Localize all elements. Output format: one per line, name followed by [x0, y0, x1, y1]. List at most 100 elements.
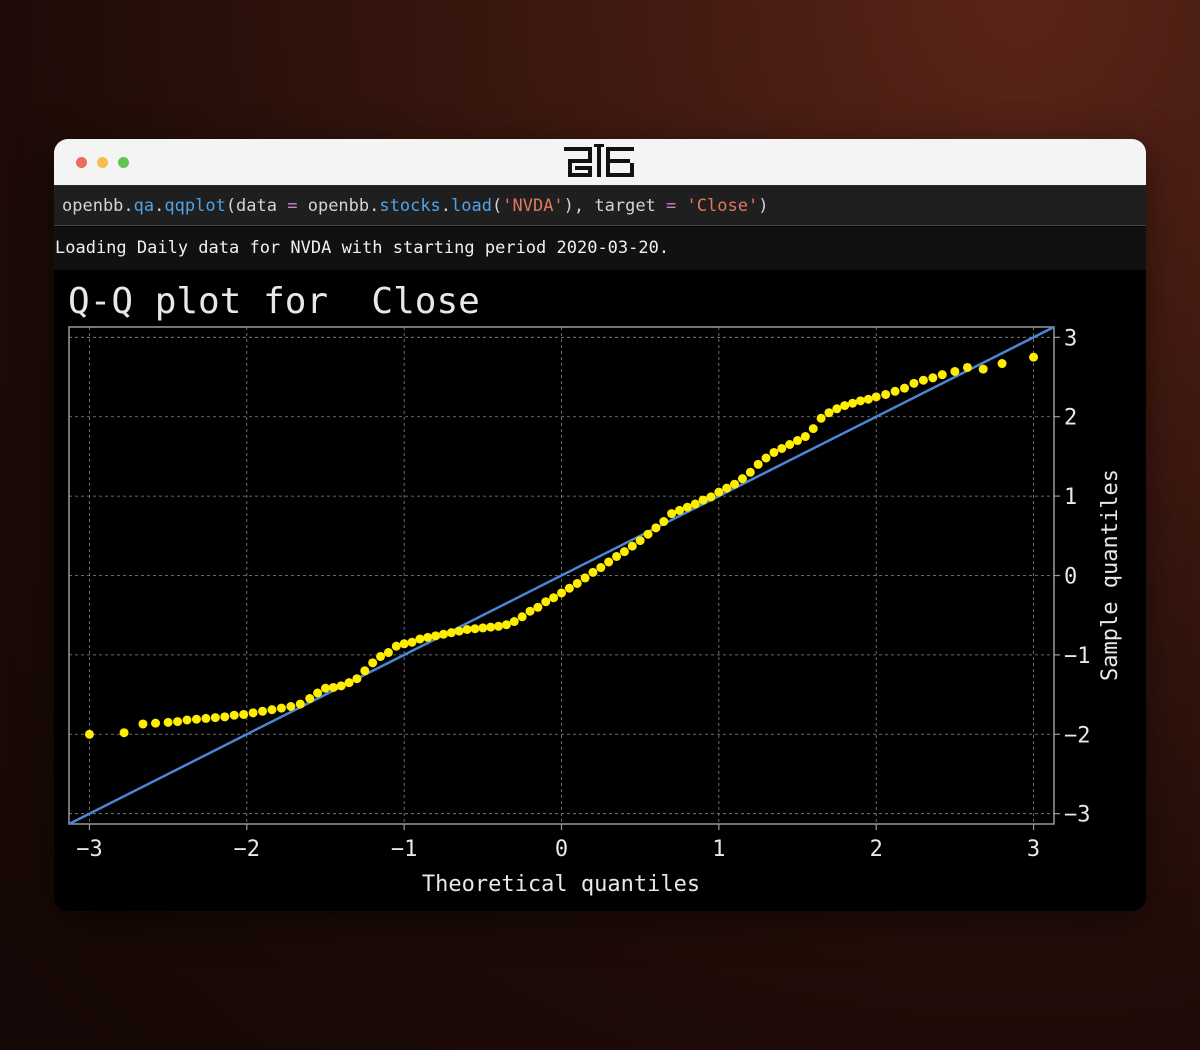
data-point	[509, 617, 519, 627]
data-point	[855, 396, 865, 406]
data-point	[399, 639, 409, 649]
data-point	[446, 628, 456, 638]
qq-plot-chart: Q-Q plot for Close −3 −2 −1 0 1 2 3 −3 −2 −1 0 1 2 3…	[68, 281, 1123, 897]
data-point	[328, 682, 338, 692]
data-point	[533, 602, 543, 612]
data-point	[612, 551, 622, 561]
x-tick-label: 0	[555, 837, 568, 862]
data-point	[635, 536, 645, 546]
data-point	[881, 389, 891, 399]
data-point	[643, 529, 653, 539]
code-token: .	[154, 196, 165, 216]
chart-area: Q-Q plot for Close −3 −2 −1 0 1 2 3 −3 −2 −1 0 1 2 3…	[54, 270, 1146, 911]
data-point	[651, 523, 661, 533]
data-point	[564, 583, 574, 593]
code-token: openbb.	[62, 196, 134, 216]
data-point	[267, 705, 277, 715]
data-point	[494, 621, 504, 631]
data-point	[229, 710, 239, 720]
data-point	[470, 624, 480, 634]
data-point	[918, 375, 928, 385]
y-tick-label: −3	[1064, 803, 1091, 828]
x-tick-label: 1	[712, 837, 725, 862]
minimize-window-button[interactable]	[97, 157, 108, 168]
data-point	[305, 694, 315, 704]
x-axis-label: Theoretical quantiles	[422, 872, 700, 897]
data-point	[690, 499, 700, 509]
maximize-window-button[interactable]	[118, 157, 129, 168]
code-token: .	[440, 196, 452, 216]
output-message: Loading Daily data for NVDA with startin…	[54, 227, 1146, 270]
code-token: ), target	[563, 196, 667, 216]
data-point	[501, 620, 511, 630]
code-token: stocks	[379, 196, 441, 216]
data-point	[793, 436, 803, 446]
data-point	[151, 718, 161, 728]
data-point	[871, 392, 881, 402]
data-point	[517, 612, 527, 622]
code-token: qqplot	[164, 196, 226, 216]
data-point	[173, 717, 183, 727]
data-point	[438, 629, 448, 639]
data-point	[714, 487, 724, 497]
openbb-logo-icon	[564, 144, 634, 177]
data-point	[753, 459, 763, 469]
code-token: 'NVDA'	[502, 196, 564, 216]
data-point	[163, 717, 173, 727]
data-point	[580, 573, 590, 583]
data-point	[320, 683, 330, 693]
data-point	[313, 688, 323, 698]
data-point	[675, 505, 685, 515]
data-point	[295, 699, 305, 709]
y-tick-label: 0	[1064, 565, 1077, 590]
data-point	[848, 398, 858, 408]
data-point	[248, 708, 258, 718]
data-point	[808, 424, 818, 434]
x-tick-label: −1	[391, 837, 418, 862]
data-point	[596, 563, 606, 573]
data-point	[486, 622, 496, 632]
x-tick-label: −2	[234, 837, 261, 862]
data-point	[890, 386, 900, 396]
data-point	[769, 447, 779, 457]
code-token: (	[492, 196, 503, 216]
data-point	[816, 413, 826, 423]
data-point	[659, 517, 669, 527]
code-token: (data	[225, 196, 288, 216]
code-token: =	[666, 196, 677, 216]
data-point	[978, 364, 988, 374]
x-tick-label: 3	[1027, 837, 1040, 862]
data-point	[722, 483, 732, 493]
data-point	[407, 637, 417, 647]
data-point	[525, 606, 535, 616]
data-point	[276, 703, 286, 713]
code-input[interactable]: openbb.qa.qqplot(data = openbb.stocks.lo…	[54, 185, 1146, 226]
data-point	[352, 674, 362, 684]
data-point	[201, 713, 211, 723]
data-point	[239, 709, 249, 719]
data-point	[258, 706, 268, 716]
data-point	[950, 366, 960, 376]
data-point	[900, 383, 910, 393]
data-point	[706, 492, 716, 502]
data-point	[549, 593, 559, 603]
data-point	[667, 509, 677, 519]
app-window: openbb.qa.qqplot(data = openbb.stocks.lo…	[54, 139, 1146, 911]
data-point	[423, 632, 433, 642]
data-point	[462, 624, 472, 634]
close-window-button[interactable]	[76, 157, 87, 168]
code-token: 'Close'	[686, 196, 759, 216]
data-point	[391, 641, 401, 651]
data-point	[698, 495, 708, 505]
data-point	[604, 557, 614, 567]
code-token: qa	[133, 196, 155, 216]
data-point	[383, 648, 393, 658]
code-token: load	[451, 196, 492, 216]
data-point	[119, 728, 129, 738]
window-titlebar	[54, 139, 1146, 185]
code-token: openbb.	[297, 196, 380, 216]
data-point	[962, 362, 972, 372]
y-tick-label: 2	[1064, 406, 1077, 431]
data-point	[745, 467, 755, 477]
